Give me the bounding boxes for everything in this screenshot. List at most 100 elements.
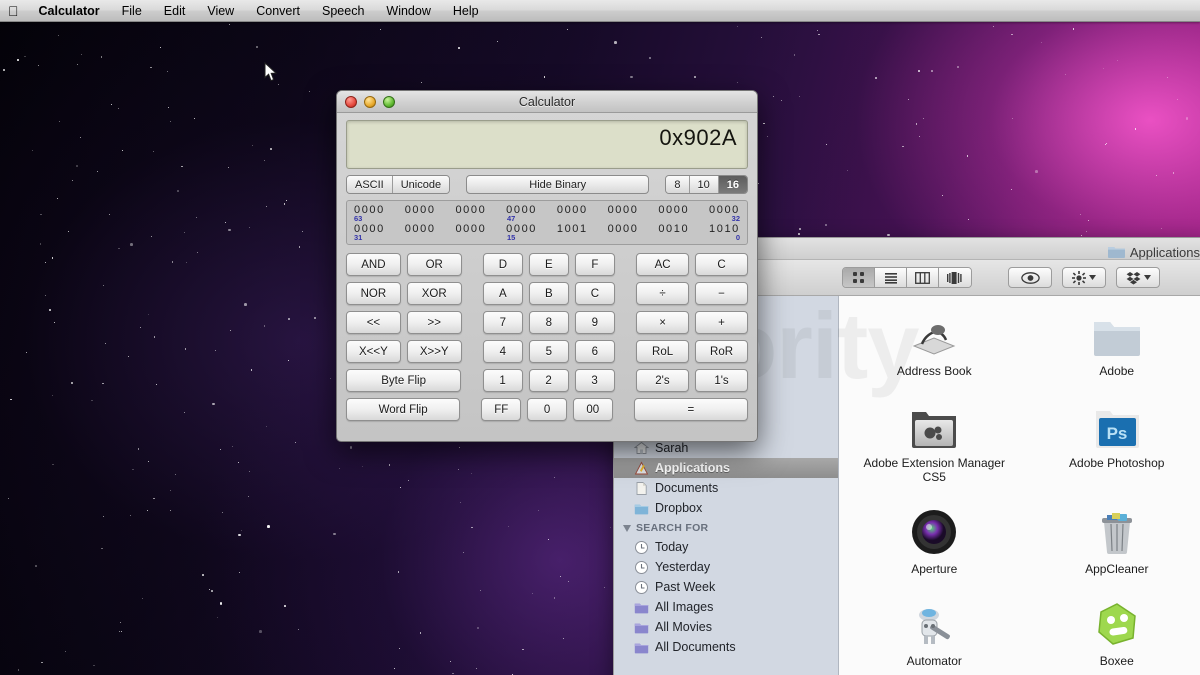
finder-icon-view[interactable]: Address Book Adobe Adobe Extension Manag… [839, 296, 1200, 675]
calculator-window[interactable]: Calculator 0x902A ASCII Unicode Hide Bin… [336, 90, 758, 442]
key-x-shift-right-y[interactable]: X>>Y [406, 340, 462, 363]
key-plus[interactable]: + [695, 311, 749, 334]
calculator-titlebar[interactable]: Calculator [337, 91, 757, 113]
sidebar-header-search-for[interactable]: SEARCH FOR [614, 518, 838, 537]
base-segmented-control[interactable]: 8 10 16 [665, 175, 748, 194]
key-or[interactable]: OR [406, 253, 462, 276]
key-ones-complement[interactable]: 1's [694, 369, 749, 392]
key-f[interactable]: F [574, 253, 615, 276]
list-item[interactable]: AppCleaner [1026, 506, 1200, 576]
key-c-hex[interactable]: C [574, 282, 615, 305]
key-rotate-left[interactable]: RoL [636, 340, 690, 363]
sidebar-item-today[interactable]: Today [614, 537, 838, 557]
key-byte-flip[interactable]: Byte Flip [346, 369, 462, 392]
unicode-button[interactable]: Unicode [392, 176, 450, 193]
sidebar-item-documents[interactable]: Documents [614, 478, 838, 498]
key-minus[interactable]: − [695, 282, 749, 305]
list-view-button[interactable] [875, 268, 907, 287]
menu-item-window[interactable]: Window [375, 0, 441, 22]
dropbox-share-button[interactable] [1116, 267, 1160, 288]
key-twos-complement[interactable]: 2's [635, 369, 689, 392]
menu-item-file[interactable]: File [111, 0, 153, 22]
sidebar-item-all-documents[interactable]: All Documents [614, 637, 838, 657]
key-6[interactable]: 6 [574, 340, 615, 363]
key-e[interactable]: E [528, 253, 569, 276]
key-8[interactable]: 8 [528, 311, 569, 334]
key-ff[interactable]: FF [481, 398, 522, 421]
ascii-button[interactable]: ASCII [347, 176, 393, 193]
key-clear[interactable]: C [695, 253, 749, 276]
sidebar-item-all-movies[interactable]: All Movies [614, 617, 838, 637]
menu-item-view[interactable]: View [196, 0, 245, 22]
key-word-flip[interactable]: Word Flip [346, 398, 461, 421]
menu-item-speech[interactable]: Speech [311, 0, 375, 22]
key-xor[interactable]: XOR [406, 282, 462, 305]
gear-icon [1072, 270, 1086, 285]
sidebar-item-applications[interactable]: Applications [614, 458, 838, 478]
base-10-button[interactable]: 10 [689, 176, 719, 193]
action-gear-button[interactable] [1062, 267, 1106, 288]
key-multiply[interactable]: × [636, 311, 690, 334]
close-button[interactable] [345, 96, 357, 108]
display-value: 0x902A [659, 125, 737, 150]
key-1[interactable]: 1 [482, 369, 523, 392]
sidebar-item-yesterday[interactable]: Yesterday [614, 557, 838, 577]
list-item[interactable]: Adobe [1026, 308, 1200, 378]
key-all-clear[interactable]: AC [636, 253, 690, 276]
list-item[interactable]: Aperture [843, 506, 1026, 576]
key-3[interactable]: 3 [574, 369, 615, 392]
sidebar-item-all-images[interactable]: All Images [614, 597, 838, 617]
key-x-shift-left-y[interactable]: X<<Y [346, 340, 401, 363]
sidebar-item-past-week[interactable]: Past Week [614, 577, 838, 597]
key-shift-left[interactable]: << [346, 311, 401, 334]
base-16-button[interactable]: 16 [718, 176, 747, 193]
disclosure-triangle-down-icon [623, 524, 631, 532]
minimize-button[interactable] [364, 96, 376, 108]
key-rotate-right[interactable]: RoR [695, 340, 749, 363]
menu-item-calculator[interactable]: Calculator [28, 0, 111, 22]
list-item-label: Address Book [896, 364, 972, 378]
finder-view-segmented-control[interactable] [842, 267, 972, 288]
list-item[interactable]: Adobe Extension Manager CS5 [843, 400, 1026, 484]
key-equals[interactable]: = [633, 398, 749, 421]
window-controls[interactable] [345, 96, 395, 108]
menu-item-help[interactable]: Help [442, 0, 490, 22]
binary-display[interactable]: 0000 0000 0000 0000 0000 0000 0000 0000 … [346, 200, 748, 245]
hide-binary-button[interactable]: Hide Binary [466, 175, 650, 194]
column-view-button[interactable] [907, 268, 939, 287]
dropbox-share-icon [1126, 271, 1140, 284]
list-item[interactable]: Address Book [843, 308, 1026, 378]
key-nor[interactable]: NOR [346, 282, 401, 305]
icon-view-button[interactable] [843, 268, 875, 287]
menu-item-convert[interactable]: Convert [245, 0, 311, 22]
key-2[interactable]: 2 [528, 369, 569, 392]
encoding-segmented-control[interactable]: ASCII Unicode [346, 175, 451, 194]
key-b[interactable]: B [528, 282, 569, 305]
key-00[interactable]: 00 [572, 398, 613, 421]
binary-row-high: 0000 0000 0000 0000 0000 0000 0000 0000 … [352, 204, 742, 223]
key-and[interactable]: AND [346, 253, 401, 276]
list-item[interactable]: Ps Adobe Photoshop [1026, 400, 1200, 484]
key-5[interactable]: 5 [528, 340, 569, 363]
coverflow-view-button[interactable] [939, 268, 971, 287]
base-8-button[interactable]: 8 [666, 176, 690, 193]
calculator-display[interactable]: 0x902A [346, 120, 748, 169]
clock-icon [634, 580, 649, 595]
list-item[interactable]: Boxee [1026, 598, 1200, 668]
apple-logo-icon[interactable]:  [0, 4, 28, 18]
boxee-icon [1091, 598, 1143, 650]
sidebar-item-dropbox[interactable]: Dropbox [614, 498, 838, 518]
zoom-button[interactable] [383, 96, 395, 108]
key-9[interactable]: 9 [574, 311, 615, 334]
key-divide[interactable]: ÷ [636, 282, 690, 305]
key-4[interactable]: 4 [482, 340, 523, 363]
key-shift-right[interactable]: >> [406, 311, 462, 334]
menu-item-edit[interactable]: Edit [153, 0, 197, 22]
key-a[interactable]: A [482, 282, 523, 305]
quick-look-button[interactable] [1008, 267, 1052, 288]
key-7[interactable]: 7 [482, 311, 523, 334]
key-d[interactable]: D [482, 253, 523, 276]
key-0[interactable]: 0 [527, 398, 567, 421]
list-item[interactable]: Automator [843, 598, 1026, 668]
menu-bar[interactable]:  Calculator File Edit View Convert Spee… [0, 0, 1200, 22]
